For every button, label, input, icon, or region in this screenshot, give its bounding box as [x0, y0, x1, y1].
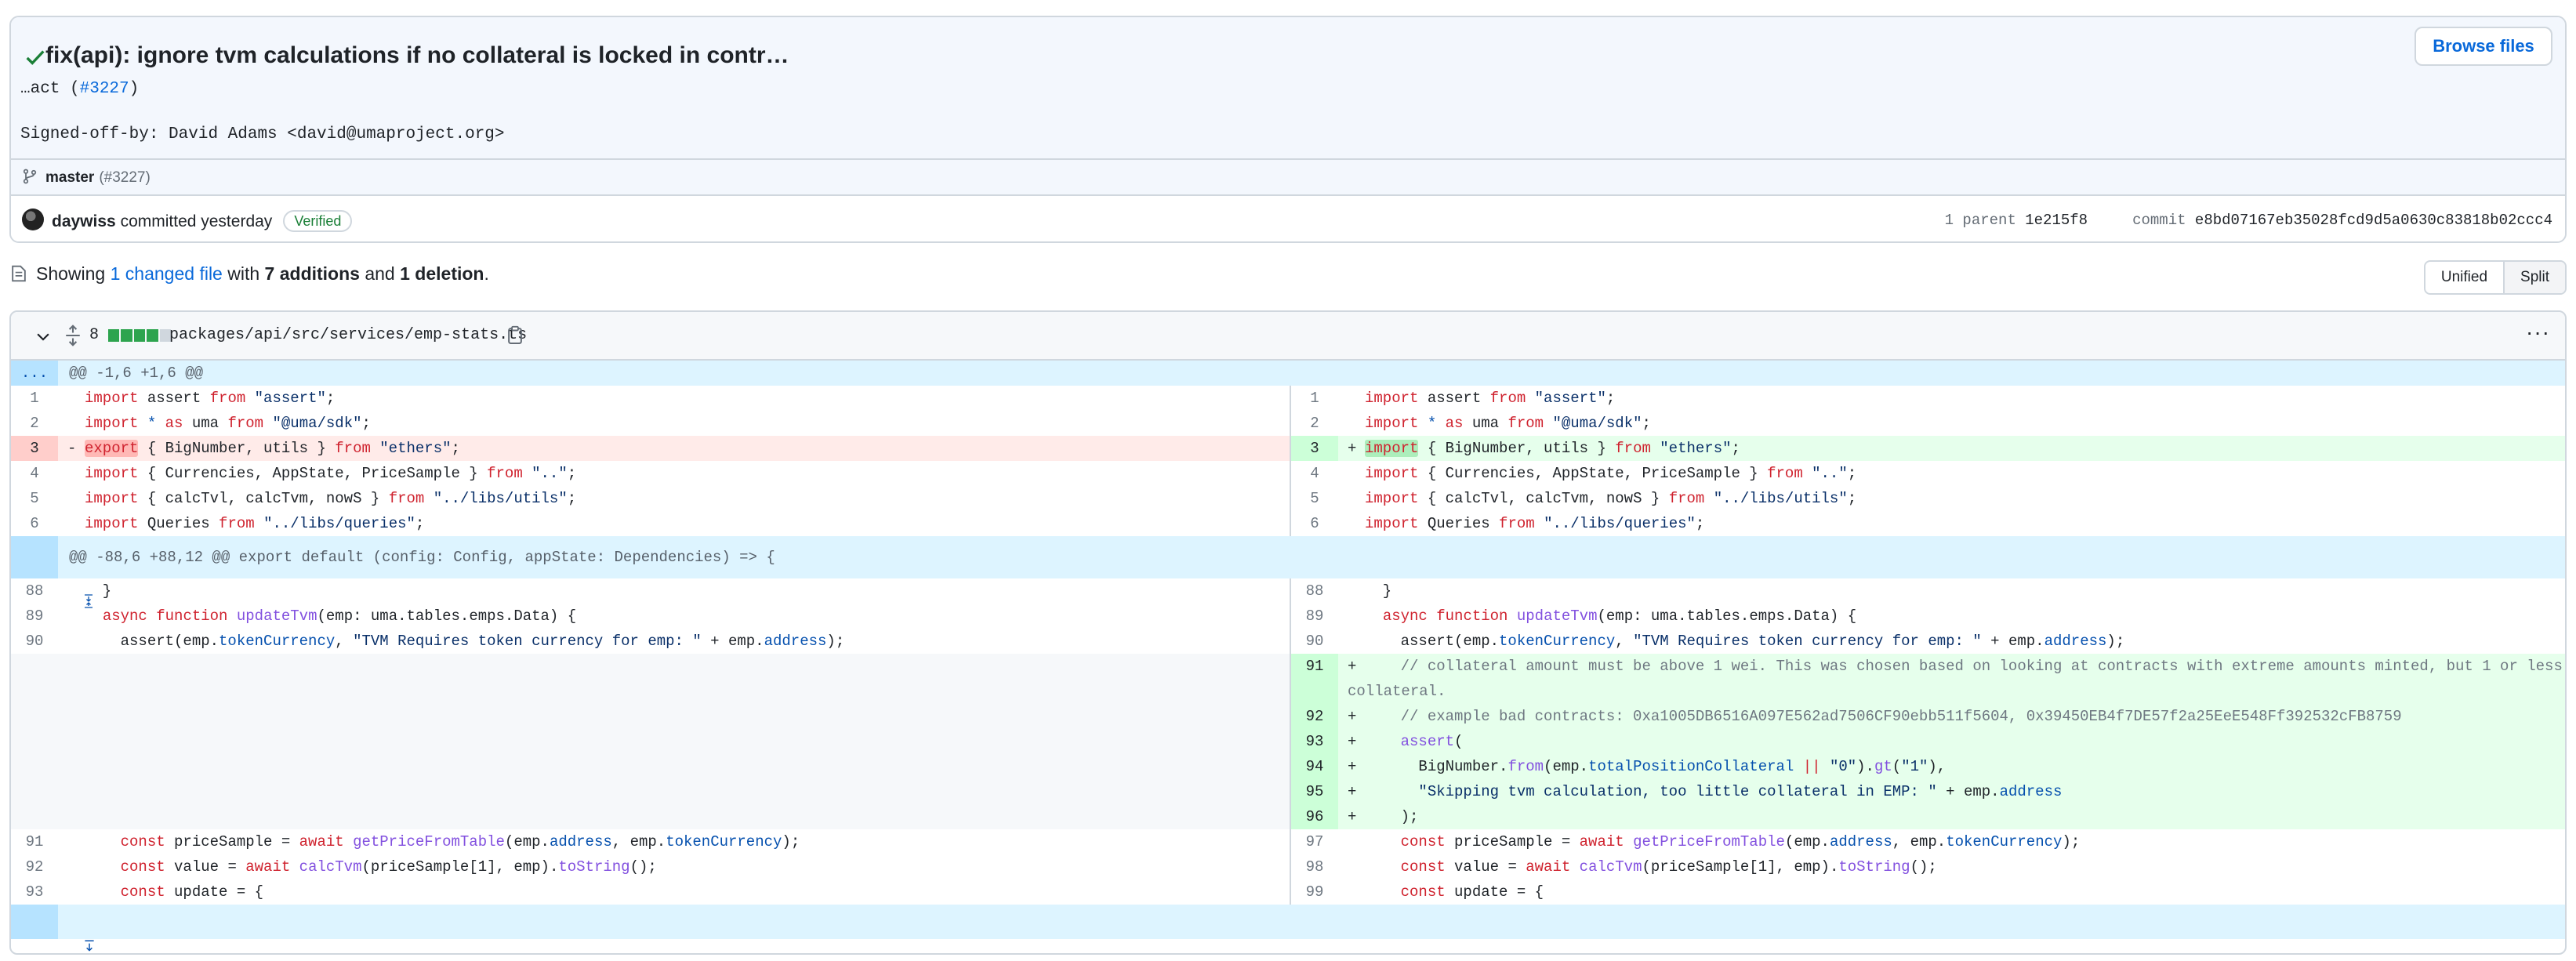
branch-pr[interactable]: (#3227): [99, 169, 151, 186]
pr-link[interactable]: #3227: [80, 80, 129, 98]
unified-view-button[interactable]: Unified: [2425, 262, 2503, 293]
table-row: 5 import { calcTvl, calcTvm, nowS } from …: [11, 486, 2565, 511]
table-row: 88 } 88 }: [11, 578, 2565, 604]
file-diff: 8 packages/api/src/services/emp-stats.ts…: [9, 310, 2567, 955]
author-row: daywiss committed yesterday Verified 1 pa…: [11, 194, 2565, 241]
author-name[interactable]: daywiss: [52, 212, 116, 230]
code-comment: // example bad contracts: 0xa1005DB6516A…: [1365, 708, 2402, 725]
table-row: 4 import { Currencies, AppState, PriceSam…: [11, 461, 2565, 486]
diff-lines: ... @@ -1,6 +1,6 @@ 1 import assert from …: [11, 361, 2565, 952]
table-row: 96 + );: [11, 804, 2565, 829]
file-diff-icon: [12, 265, 26, 282]
parent-sha[interactable]: 1e215f8: [2025, 212, 2088, 229]
expand-down-icon: [85, 940, 94, 952]
verified-badge[interactable]: Verified: [283, 210, 353, 232]
expand-all-icon[interactable]: [64, 325, 82, 346]
diff-stat-add-block: [121, 329, 132, 342]
table-row: 90 assert(emp.tokenCurrency, "TVM Requir…: [11, 629, 2565, 654]
file-header: 8 packages/api/src/services/emp-stats.ts…: [11, 312, 2565, 361]
diff-stat-add-block: [147, 329, 158, 342]
hunk-header-text: @@ -88,6 +88,12 @@ export default (confi…: [69, 549, 775, 566]
committed-text: committed yesterday: [120, 212, 273, 230]
file-path[interactable]: packages/api/src/services/emp-stats.ts: [169, 326, 527, 344]
commit-meta: 1 parent 1e215f8 commit e8bd07167eb35028…: [1945, 212, 2552, 229]
changed-files-link[interactable]: 1 changed file: [111, 263, 223, 284]
split-view-button[interactable]: Split: [2503, 262, 2565, 293]
hunk-header: ... @@ -1,6 +1,6 @@: [11, 361, 2565, 386]
commit-title-continuation: …act (#3227): [20, 80, 140, 98]
branch-name[interactable]: master: [45, 169, 94, 186]
table-row: 92 const value = await calcTvm(priceSamp…: [11, 854, 2565, 879]
commit-header: fix(api): ignore tvm calculations if no …: [9, 16, 2567, 243]
code-comment: // collateral amount must be above 1 wei…: [1348, 658, 2563, 700]
table-row: 91 const priceSample = await getPriceFro…: [11, 829, 2565, 854]
check-icon: [26, 50, 45, 65]
diff-stat-add-block: [133, 329, 146, 342]
more-options-icon[interactable]: ···: [2526, 321, 2549, 345]
table-row: 93 + assert(: [11, 729, 2565, 754]
hunk-header-text: @@ -1,6 +1,6 @@: [69, 364, 204, 382]
change-count: 8: [89, 326, 100, 344]
table-row: 93 const update = { 99 const update = {: [11, 879, 2565, 905]
table-row: 89 async function updateTvm(emp: uma.tab…: [11, 604, 2565, 629]
diff-summary: Showing 1 changed file with 7 additions …: [11, 263, 489, 285]
commit-signoff: Signed-off-by: David Adams <david@umapro…: [20, 125, 505, 143]
expand-between-button[interactable]: [11, 536, 93, 608]
diff-stat-add-block: [108, 329, 120, 342]
table-row: 3- export { BigNumber, utils } from "ethe…: [11, 436, 2565, 461]
deletions-count: 1 deletion: [400, 263, 484, 284]
parent-label: 1 parent: [1944, 212, 2016, 229]
additions-count: 7 additions: [264, 263, 360, 284]
diff-stat-bar: [108, 329, 172, 342]
table-row: 6 import Queries from "../libs/queries"; …: [11, 511, 2565, 536]
copy-icon[interactable]: [506, 325, 524, 345]
expand-up-button[interactable]: ...: [11, 361, 58, 386]
table-row: 95 + "Skipping tvm calculation, too littl…: [11, 779, 2565, 804]
commit-sha: e8bd07167eb35028fcd9d5a0630c83818b02ccc4: [2194, 212, 2552, 229]
branch-row: master (#3227): [11, 158, 2565, 194]
expand-down-button[interactable]: [11, 905, 94, 952]
commit-message-panel: fix(api): ignore tvm calculations if no …: [11, 17, 2565, 194]
commit-label: commit: [2132, 212, 2186, 229]
table-row: 1 import assert from "assert"; 1 import as…: [11, 386, 2565, 411]
table-row: 94 + BigNumber.from(emp.totalPositionColl…: [11, 754, 2565, 779]
hunk-footer: [11, 905, 2565, 952]
table-row: 91 + // collateral amount must be above 1…: [11, 654, 2565, 704]
commit-title: fix(api): ignore tvm calculations if no …: [45, 42, 789, 68]
hunk-header: @@ -88,6 +88,12 @@ export default (confi…: [11, 536, 2565, 608]
chevron-down-icon[interactable]: [34, 328, 52, 345]
avatar[interactable]: [22, 209, 44, 230]
diff-view-toggle: Unified Split: [2423, 260, 2567, 295]
table-row: 92 + // example bad contracts: 0xa1005DB6…: [11, 704, 2565, 729]
table-row: 2 import * as uma from "@uma/sdk"; 2 impor…: [11, 411, 2565, 436]
browse-files-button[interactable]: Browse files: [2415, 27, 2552, 66]
git-branch-icon: [23, 169, 37, 184]
